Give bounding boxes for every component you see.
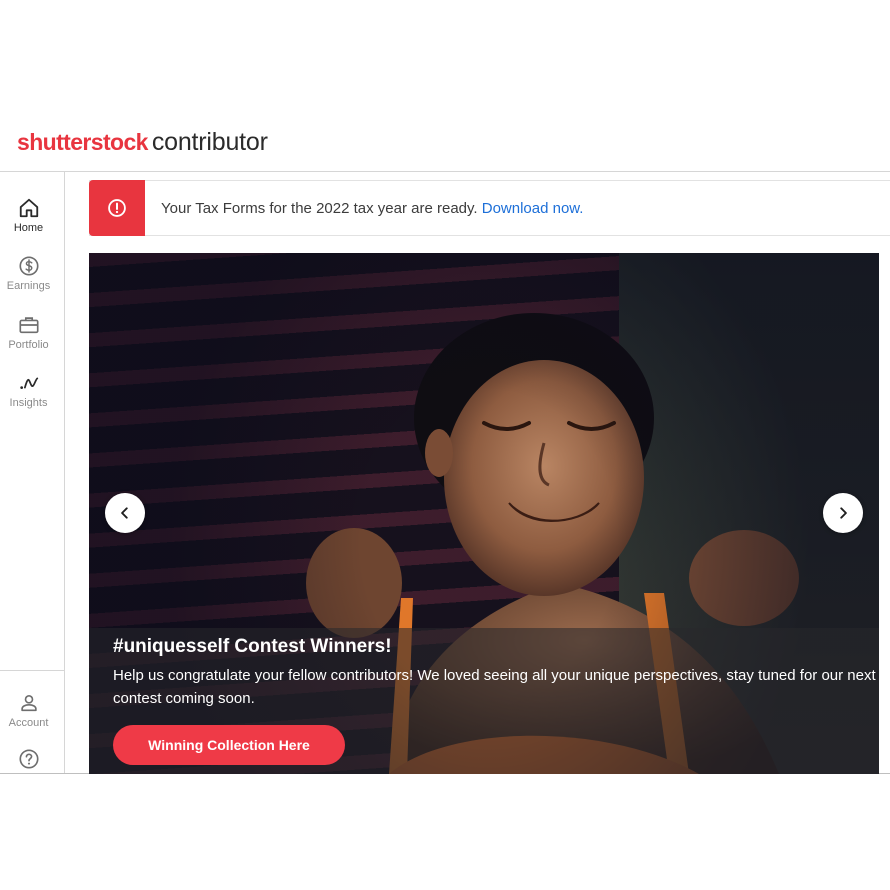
logo-product-text: contributor (151, 128, 268, 156)
sidebar-divider (0, 670, 64, 671)
sidebar-item-earnings[interactable]: Earnings (0, 255, 57, 292)
briefcase-icon (18, 317, 39, 334)
alert-message: Your Tax Forms for the 2022 tax year are… (161, 200, 583, 217)
hero-carousel: #uniquesself Contest Winners! Help us co… (89, 253, 879, 774)
chevron-left-icon (121, 507, 128, 519)
sidebar-item-label: Earnings (6, 280, 51, 292)
dollar-circle-icon (18, 256, 39, 276)
help-circle-icon (18, 749, 39, 769)
sidebar-item-label: Insights (9, 397, 48, 409)
brand-logo[interactable]: shutterstock contributor (17, 128, 268, 162)
sidebar-item-portfolio[interactable]: Portfolio (0, 314, 57, 351)
download-now-link[interactable]: Download now. (482, 200, 584, 217)
sidebar-item-account[interactable]: Account (0, 692, 57, 729)
alert-icon-box (89, 180, 145, 236)
person-icon (20, 695, 37, 712)
chevron-right-icon (840, 507, 847, 519)
logo-brand-text: shutterstock (17, 129, 148, 155)
insights-wave-icon (19, 377, 38, 389)
alert-message-text: Your Tax Forms for the 2022 tax year are… (161, 199, 478, 217)
winning-collection-button[interactable]: Winning Collection Here (113, 725, 345, 765)
tax-forms-alert: Your Tax Forms for the 2022 tax year are… (89, 180, 890, 236)
hero-caption: #uniquesself Contest Winners! Help us co… (89, 628, 879, 774)
sidebar-item-home[interactable]: Home (0, 197, 57, 234)
sidebar-item-label: Home (13, 222, 44, 234)
carousel-prev-button[interactable] (105, 493, 145, 533)
hero-title: #uniquesself Contest Winners! (113, 636, 392, 657)
carousel-next-button[interactable] (823, 493, 863, 533)
sidebar-item-insights[interactable]: Insights (0, 372, 57, 409)
sidebar-nav: Home Earnings Portfolio Insights Account (0, 172, 65, 773)
alert-exclamation-icon (108, 199, 126, 217)
sidebar-item-help[interactable] (0, 748, 57, 770)
sidebar-item-label: Account (8, 717, 49, 729)
sidebar-item-label: Portfolio (8, 339, 49, 351)
home-icon (19, 198, 38, 218)
hero-body: Help us congratulate your fellow contrib… (113, 667, 876, 707)
header-divider (0, 171, 890, 172)
